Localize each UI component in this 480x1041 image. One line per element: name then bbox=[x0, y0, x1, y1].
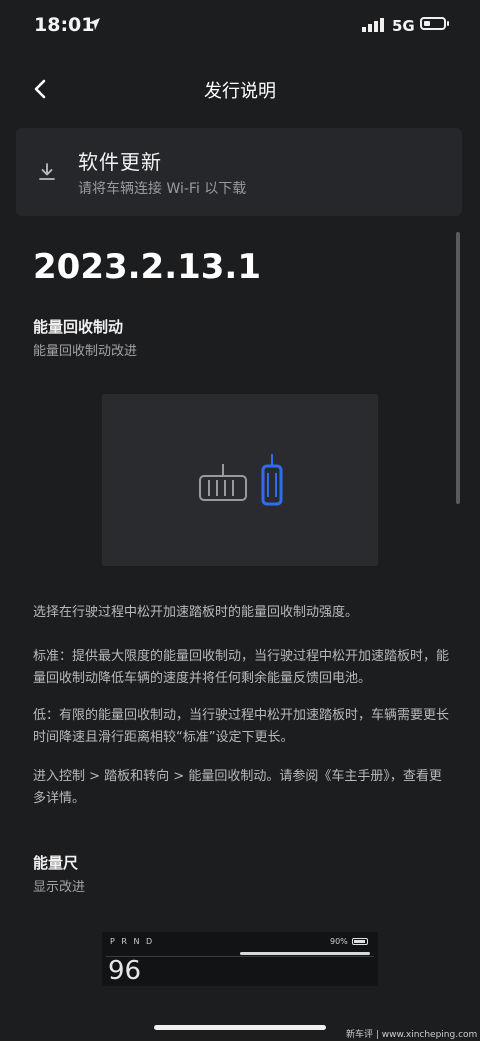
gear-indicator: P R N D bbox=[110, 937, 155, 946]
paragraph-low: 低：有限的能量回收制动，当行驶过程中松开加速踏板时，车辆需要更长时间降速且滑行距… bbox=[33, 708, 450, 745]
energy-bar bbox=[240, 952, 370, 955]
battery-percent: 90% bbox=[330, 937, 348, 946]
home-indicator[interactable] bbox=[154, 1025, 326, 1030]
section-title-regen-braking: 能量回收制动 bbox=[33, 318, 124, 336]
energy-gauge-preview: P R N D 90% 96 bbox=[102, 932, 378, 986]
scrollbar[interactable] bbox=[456, 232, 460, 504]
page-title: 发行说明 bbox=[204, 81, 276, 102]
divider bbox=[106, 956, 374, 957]
version-number: 2023.2.13.1 bbox=[33, 247, 262, 287]
nav-bar: 发行说明 bbox=[0, 64, 480, 114]
software-update-card[interactable]: 软件更新 请将车辆连接 Wi-Fi 以下载 bbox=[16, 128, 462, 216]
mini-battery-icon bbox=[352, 938, 368, 945]
location-arrow-icon bbox=[88, 18, 100, 30]
paragraph-standard: 标准：提供最大限度的能量回收制动，当行驶过程中松开加速踏板时，能量回收制动降低车… bbox=[33, 649, 450, 686]
section-title-energy-gauge: 能量尺 bbox=[33, 854, 79, 872]
update-subtitle: 请将车辆连接 Wi-Fi 以下载 bbox=[78, 181, 247, 197]
status-bar: 18:01 5G bbox=[0, 0, 480, 54]
section-subtitle-regen-braking: 能量回收制动改进 bbox=[33, 344, 138, 359]
paragraph-instructions: 进入控制 > 踏板和转向 > 能量回收制动。请参阅《车主手册》，查看更多详情。 bbox=[33, 769, 442, 806]
pedals-icon bbox=[199, 454, 283, 506]
signal-icon bbox=[362, 18, 384, 32]
paragraph-intro: 选择在行驶过程中松开加速踏板时的能量回收制动强度。 bbox=[33, 605, 359, 620]
network-type: 5G bbox=[392, 17, 415, 35]
pedal-illustration bbox=[102, 394, 378, 566]
speed-readout: 96 bbox=[108, 956, 142, 986]
battery-icon bbox=[420, 17, 449, 30]
update-title: 软件更新 bbox=[78, 150, 162, 174]
section-subtitle-energy-gauge: 显示改进 bbox=[33, 880, 86, 895]
watermark: 新车评 | www.xincheping.com bbox=[346, 1030, 478, 1040]
download-icon bbox=[39, 163, 55, 180]
